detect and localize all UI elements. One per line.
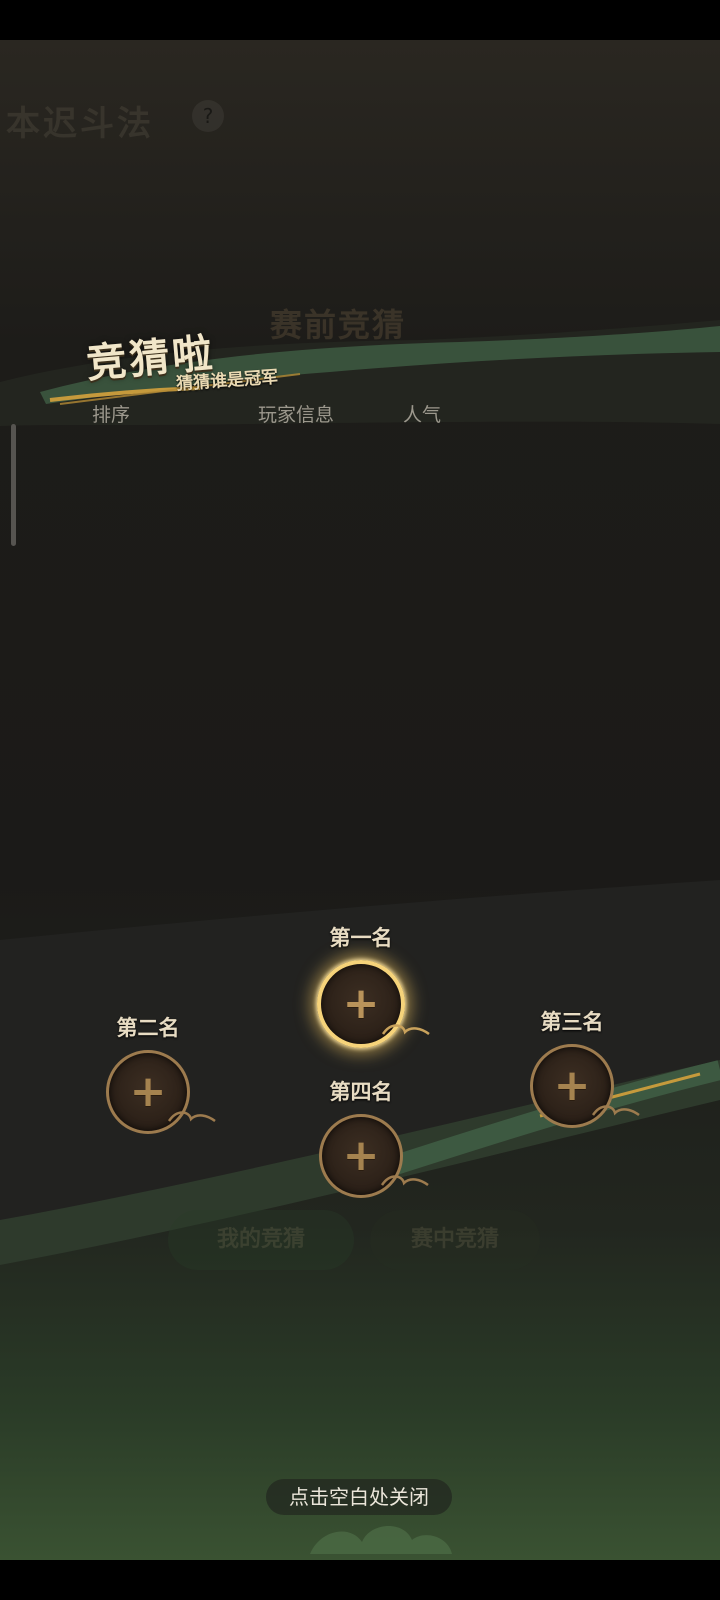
background [0, 40, 720, 1560]
guess-overlay[interactable]: 本迟斗法 ? 赛前竞猜 竞猜啦 猜猜谁是冠军 排序 玩家信息 人气 第一名 + [0, 0, 720, 1600]
cloud-swirl-icon [591, 1105, 640, 1117]
cloud-swirl-icon [167, 1111, 216, 1123]
help-icon: ? [192, 100, 224, 132]
rank-4-add-button[interactable]: + [319, 1114, 429, 1198]
column-header-player-info: 玩家信息 [258, 404, 335, 426]
rank-1-add-button[interactable]: + [317, 960, 430, 1048]
cloud-swirl-icon [380, 1175, 429, 1187]
rank-3-label: 第三名 [540, 1010, 604, 1034]
bottom-cloud-decoration [300, 1510, 460, 1560]
rank-4-slot[interactable]: 第四名 + [313, 1076, 429, 1198]
rank-2-slot[interactable]: 第二名 + [100, 1012, 216, 1134]
background-page-title: 本迟斗法 [6, 104, 154, 144]
column-header-popularity: 人气 [403, 404, 442, 426]
close-hint[interactable]: 点击空白处关闭 [266, 1479, 452, 1515]
rank-4-label: 第四名 [329, 1080, 393, 1104]
rank-1-label: 第一名 [329, 926, 393, 950]
rank-3-slot[interactable]: 第三名 + [524, 1006, 640, 1128]
rank-1-slot[interactable]: 第一名 + [313, 922, 430, 1048]
background-tab-my-guess: 我的竞猜 [168, 1210, 354, 1270]
rank-2-label: 第二名 [116, 1016, 180, 1040]
rank-3-add-button[interactable]: + [530, 1044, 640, 1128]
list-scrollbar[interactable] [11, 424, 16, 546]
column-header-rank: 排序 [92, 404, 131, 426]
rank-2-add-button[interactable]: + [106, 1050, 216, 1134]
cloud-swirl-icon [381, 1024, 430, 1036]
background-tab-in-match-guess: 赛中竞猜 [370, 1210, 540, 1270]
